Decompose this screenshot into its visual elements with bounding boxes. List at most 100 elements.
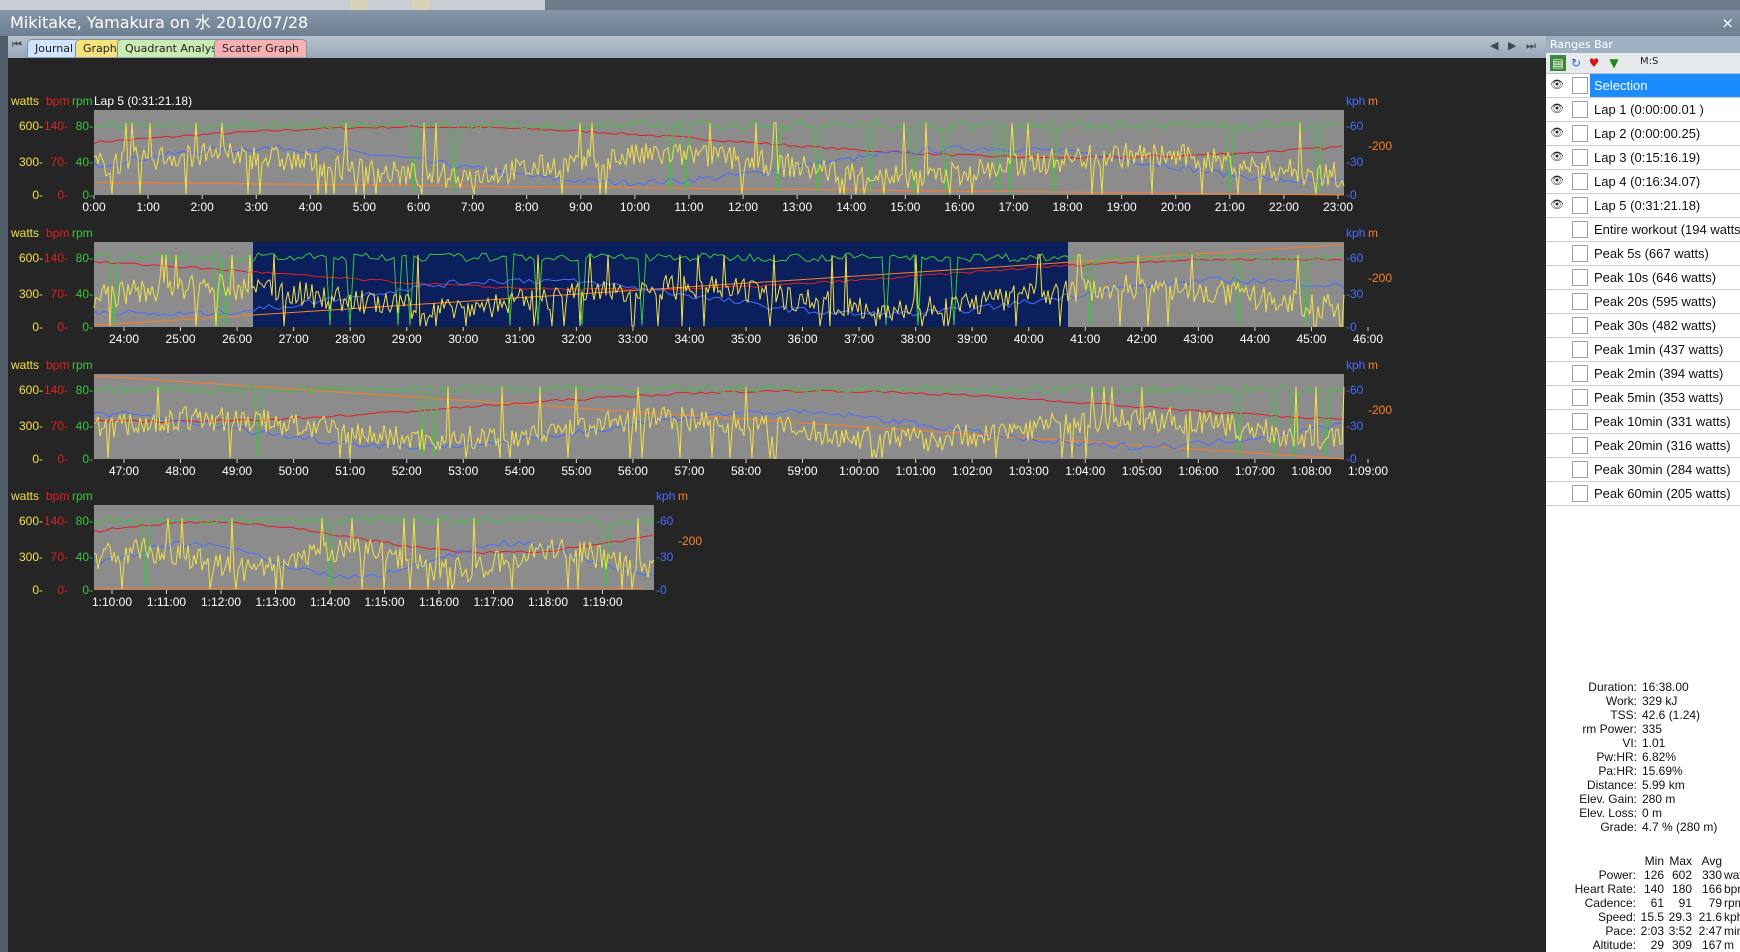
time-tick-label: 1:18:00 bbox=[528, 595, 568, 609]
range-item[interactable]: Peak 20min (316 watts) bbox=[1546, 434, 1740, 458]
time-tick-label: 28:00 bbox=[335, 332, 365, 346]
range-checkbox[interactable] bbox=[1572, 101, 1588, 118]
chart-view-icon[interactable]: ▤ bbox=[1550, 55, 1566, 71]
range-checkbox[interactable] bbox=[1572, 149, 1588, 166]
range-checkbox[interactable] bbox=[1572, 245, 1588, 262]
range-checkbox[interactable] bbox=[1572, 293, 1588, 310]
visibility-eye-icon[interactable] bbox=[1550, 342, 1564, 356]
axis-title-kph: kph bbox=[1346, 94, 1365, 108]
time-tick-label: 39:00 bbox=[957, 332, 987, 346]
tab-scatter-graph[interactable]: Scatter Graph bbox=[214, 39, 307, 57]
range-checkbox[interactable] bbox=[1572, 341, 1588, 358]
bpm-tick: 140- bbox=[44, 383, 68, 397]
axis-title-watts: watts bbox=[10, 94, 39, 108]
kph-tick: -60 bbox=[1346, 119, 1364, 133]
visibility-eye-icon[interactable] bbox=[1550, 486, 1564, 500]
tab-journal[interactable]: Journal bbox=[27, 39, 82, 57]
range-item[interactable]: Peak 10min (331 watts) bbox=[1546, 410, 1740, 434]
bpm-tick: 70- bbox=[51, 155, 68, 169]
visibility-eye-icon[interactable]: 👁 bbox=[1550, 198, 1564, 212]
time-format-label[interactable]: M:S bbox=[1640, 56, 1658, 67]
range-item[interactable]: Entire workout (194 watts) bbox=[1546, 218, 1740, 242]
range-item[interactable]: Peak 60min (205 watts) bbox=[1546, 482, 1740, 506]
rpm-tick: 80- bbox=[76, 119, 93, 133]
visibility-eye-icon[interactable]: 👁 bbox=[1550, 150, 1564, 164]
heart-icon[interactable]: ♥ bbox=[1586, 55, 1602, 71]
window-titlebar[interactable]: Mikitake, Yamakura on 水 2010/07/28 × bbox=[0, 10, 1740, 36]
m-tick: -200 bbox=[1368, 403, 1392, 417]
next-page-icon[interactable]: ▶ bbox=[1508, 39, 1516, 52]
time-tick-label: 48:00 bbox=[166, 464, 196, 478]
range-item[interactable]: 👁 Lap 4 (0:16:34.07) bbox=[1546, 170, 1740, 194]
last-page-icon[interactable]: ⏭ bbox=[1526, 39, 1536, 53]
range-checkbox[interactable] bbox=[1572, 317, 1588, 334]
range-item[interactable]: Peak 10s (646 watts) bbox=[1546, 266, 1740, 290]
visibility-eye-icon[interactable] bbox=[1550, 390, 1564, 404]
range-item[interactable]: 👁 Lap 1 (0:00:00.01 ) bbox=[1546, 98, 1740, 122]
range-checkbox[interactable] bbox=[1572, 77, 1588, 94]
graph-plots[interactable]: watts bpm rpm kph mLap 5 (0:31:21.18)600- 140… bbox=[8, 58, 1546, 952]
visibility-eye-icon[interactable] bbox=[1550, 294, 1564, 308]
range-checkbox[interactable] bbox=[1572, 269, 1588, 286]
range-checkbox[interactable] bbox=[1572, 197, 1588, 214]
time-tick-label: 30:00 bbox=[448, 332, 478, 346]
axis-title-bpm: bpm bbox=[46, 358, 69, 372]
first-page-icon[interactable]: ⏮ bbox=[12, 38, 22, 52]
metrics-avg: 330 bbox=[1701, 868, 1722, 882]
visibility-eye-icon[interactable]: 👁 bbox=[1550, 174, 1564, 188]
range-checkbox[interactable] bbox=[1572, 461, 1588, 478]
range-item[interactable]: 👁 Selection bbox=[1546, 74, 1740, 98]
metrics-min: 29 bbox=[1650, 938, 1664, 952]
summary-row: Elev. Gain: 280 m bbox=[1546, 792, 1740, 806]
visibility-eye-icon[interactable] bbox=[1550, 414, 1564, 428]
range-item[interactable]: Peak 30min (284 watts) bbox=[1546, 458, 1740, 482]
visibility-eye-icon[interactable] bbox=[1550, 270, 1564, 284]
range-checkbox[interactable] bbox=[1572, 125, 1588, 142]
range-item[interactable]: Peak 20s (595 watts) bbox=[1546, 290, 1740, 314]
range-item[interactable]: Peak 2min (394 watts) bbox=[1546, 362, 1740, 386]
rpm-tick: 40- bbox=[76, 155, 93, 169]
range-item[interactable]: 👁 Lap 2 (0:00:00.25) bbox=[1546, 122, 1740, 146]
range-checkbox[interactable] bbox=[1572, 365, 1588, 382]
metrics-row: Pace: 2:03 3:52 2:47min/km bbox=[1546, 924, 1740, 938]
time-tick-label: 37:00 bbox=[844, 332, 874, 346]
visibility-eye-icon[interactable]: 👁 bbox=[1550, 126, 1564, 140]
range-item[interactable]: Peak 30s (482 watts) bbox=[1546, 314, 1740, 338]
visibility-eye-icon[interactable]: 👁 bbox=[1550, 78, 1564, 92]
background-tab-marker bbox=[350, 0, 368, 10]
metrics-min: 126 bbox=[1643, 868, 1664, 882]
visibility-eye-icon[interactable] bbox=[1550, 318, 1564, 332]
visibility-eye-icon[interactable]: 👁 bbox=[1550, 102, 1564, 116]
refresh-icon[interactable]: ↻ bbox=[1568, 55, 1584, 71]
kph-tick: -0 bbox=[656, 583, 667, 597]
range-item[interactable]: Peak 5min (353 watts) bbox=[1546, 386, 1740, 410]
time-tick-label: 53:00 bbox=[448, 464, 478, 478]
time-tick-label: 0:00 bbox=[82, 200, 106, 214]
axis-title-kph: kph bbox=[656, 489, 675, 503]
metrics-avg: 21.6 bbox=[1698, 910, 1722, 924]
summary-value: 15.69% bbox=[1642, 764, 1683, 778]
range-checkbox[interactable] bbox=[1572, 437, 1588, 454]
range-checkbox[interactable] bbox=[1572, 389, 1588, 406]
range-item[interactable]: Peak 1min (437 watts) bbox=[1546, 338, 1740, 362]
range-item[interactable]: 👁 Lap 5 (0:31:21.18) bbox=[1546, 194, 1740, 218]
range-checkbox[interactable] bbox=[1572, 221, 1588, 238]
time-tick-label: 38:00 bbox=[901, 332, 931, 346]
time-tick-label: 7:00 bbox=[461, 200, 485, 214]
close-icon[interactable]: × bbox=[1721, 10, 1734, 36]
range-checkbox[interactable] bbox=[1572, 485, 1588, 502]
summary-key: Elev. Gain: bbox=[1579, 792, 1637, 806]
visibility-eye-icon[interactable] bbox=[1550, 246, 1564, 260]
visibility-eye-icon[interactable] bbox=[1550, 462, 1564, 476]
visibility-eye-icon[interactable] bbox=[1550, 366, 1564, 380]
filter-icon[interactable]: ▼ bbox=[1606, 55, 1622, 71]
range-checkbox[interactable] bbox=[1572, 173, 1588, 190]
range-item[interactable]: 👁 Lap 3 (0:15:16.19) bbox=[1546, 146, 1740, 170]
time-tick-label: 51:00 bbox=[335, 464, 365, 478]
range-item[interactable]: Peak 5s (667 watts) bbox=[1546, 242, 1740, 266]
range-checkbox[interactable] bbox=[1572, 413, 1588, 430]
summary-value: 5.99 km bbox=[1642, 778, 1685, 792]
visibility-eye-icon[interactable] bbox=[1550, 438, 1564, 452]
prev-page-icon[interactable]: ◀ bbox=[1490, 39, 1498, 52]
visibility-eye-icon[interactable] bbox=[1550, 222, 1564, 236]
